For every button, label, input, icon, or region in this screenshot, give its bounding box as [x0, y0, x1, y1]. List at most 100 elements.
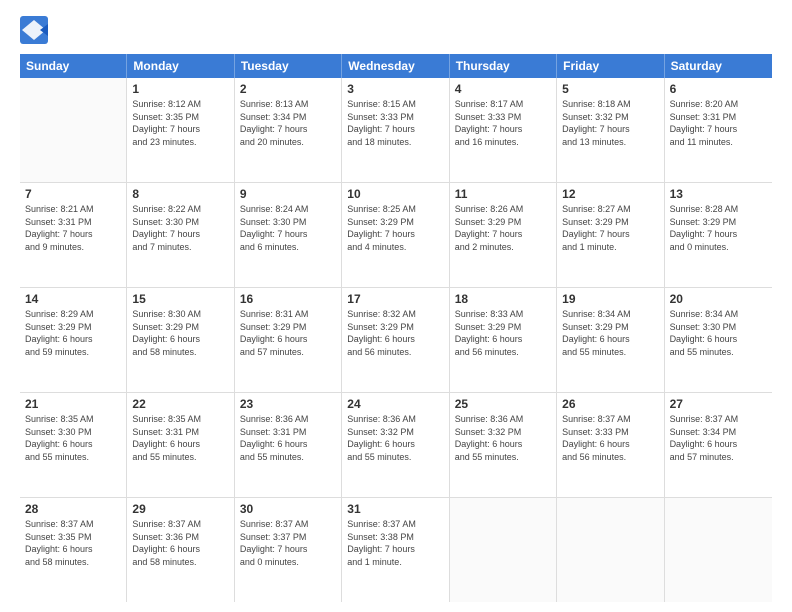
weekday-header-saturday: Saturday: [665, 54, 772, 78]
day-number: 19: [562, 292, 658, 306]
calendar-cell: [450, 498, 557, 602]
page: SundayMondayTuesdayWednesdayThursdayFrid…: [0, 0, 792, 612]
calendar-cell: 4 Sunrise: 8:17 AM Sunset: 3:33 PM Daylig…: [450, 78, 557, 182]
cell-info: Sunrise: 8:33 AM Sunset: 3:29 PM Dayligh…: [455, 308, 551, 358]
cell-info: Sunrise: 8:34 AM Sunset: 3:29 PM Dayligh…: [562, 308, 658, 358]
cell-info: Sunrise: 8:27 AM Sunset: 3:29 PM Dayligh…: [562, 203, 658, 253]
calendar-cell: 29 Sunrise: 8:37 AM Sunset: 3:36 PM Dayli…: [127, 498, 234, 602]
calendar-cell: 20 Sunrise: 8:34 AM Sunset: 3:30 PM Dayli…: [665, 288, 772, 392]
calendar-header: SundayMondayTuesdayWednesdayThursdayFrid…: [20, 54, 772, 78]
calendar: SundayMondayTuesdayWednesdayThursdayFrid…: [20, 54, 772, 602]
cell-info: Sunrise: 8:34 AM Sunset: 3:30 PM Dayligh…: [670, 308, 767, 358]
day-number: 3: [347, 82, 443, 96]
day-number: 11: [455, 187, 551, 201]
day-number: 1: [132, 82, 228, 96]
cell-info: Sunrise: 8:15 AM Sunset: 3:33 PM Dayligh…: [347, 98, 443, 148]
calendar-cell: [557, 498, 664, 602]
weekday-header-monday: Monday: [127, 54, 234, 78]
calendar-cell: 26 Sunrise: 8:37 AM Sunset: 3:33 PM Dayli…: [557, 393, 664, 497]
calendar-cell: 28Sunrise: 8:37 AM Sunset: 3:35 PM Dayli…: [20, 498, 127, 602]
day-number: 5: [562, 82, 658, 96]
day-number: 20: [670, 292, 767, 306]
cell-info: Sunrise: 8:37 AM Sunset: 3:33 PM Dayligh…: [562, 413, 658, 463]
calendar-cell: [665, 498, 772, 602]
day-number: 24: [347, 397, 443, 411]
calendar-cell: 30 Sunrise: 8:37 AM Sunset: 3:37 PM Dayli…: [235, 498, 342, 602]
cell-info: Sunrise: 8:28 AM Sunset: 3:29 PM Dayligh…: [670, 203, 767, 253]
calendar-cell: [20, 78, 127, 182]
day-number: 12: [562, 187, 658, 201]
calendar-cell: 10Sunrise: 8:25 AM Sunset: 3:29 PM Dayli…: [342, 183, 449, 287]
cell-info: Sunrise: 8:31 AM Sunset: 3:29 PM Dayligh…: [240, 308, 336, 358]
day-number: 14: [25, 292, 121, 306]
day-number: 4: [455, 82, 551, 96]
calendar-cell: 31Sunrise: 8:37 AM Sunset: 3:38 PM Dayli…: [342, 498, 449, 602]
calendar-cell: 17 Sunrise: 8:32 AM Sunset: 3:29 PM Dayli…: [342, 288, 449, 392]
day-number: 26: [562, 397, 658, 411]
cell-info: Sunrise: 8:29 AM Sunset: 3:29 PM Dayligh…: [25, 308, 121, 358]
calendar-body: 1 Sunrise: 8:12 AM Sunset: 3:35 PM Daylig…: [20, 78, 772, 602]
day-number: 7: [25, 187, 121, 201]
weekday-header-sunday: Sunday: [20, 54, 127, 78]
calendar-cell: 16 Sunrise: 8:31 AM Sunset: 3:29 PM Dayli…: [235, 288, 342, 392]
day-number: 27: [670, 397, 767, 411]
calendar-row-5: 28Sunrise: 8:37 AM Sunset: 3:35 PM Dayli…: [20, 498, 772, 602]
calendar-cell: 15 Sunrise: 8:30 AM Sunset: 3:29 PM Dayli…: [127, 288, 234, 392]
calendar-row-4: 21 Sunrise: 8:35 AM Sunset: 3:30 PM Dayli…: [20, 393, 772, 498]
header: [20, 16, 772, 44]
day-number: 22: [132, 397, 228, 411]
weekday-header-tuesday: Tuesday: [235, 54, 342, 78]
calendar-cell: 24Sunrise: 8:36 AM Sunset: 3:32 PM Dayli…: [342, 393, 449, 497]
calendar-cell: 11 Sunrise: 8:26 AM Sunset: 3:29 PM Dayli…: [450, 183, 557, 287]
calendar-cell: 19 Sunrise: 8:34 AM Sunset: 3:29 PM Dayli…: [557, 288, 664, 392]
cell-info: Sunrise: 8:13 AM Sunset: 3:34 PM Dayligh…: [240, 98, 336, 148]
calendar-cell: 9 Sunrise: 8:24 AM Sunset: 3:30 PM Daylig…: [235, 183, 342, 287]
day-number: 17: [347, 292, 443, 306]
cell-info: Sunrise: 8:24 AM Sunset: 3:30 PM Dayligh…: [240, 203, 336, 253]
cell-info: Sunrise: 8:12 AM Sunset: 3:35 PM Dayligh…: [132, 98, 228, 148]
day-number: 29: [132, 502, 228, 516]
calendar-cell: 14 Sunrise: 8:29 AM Sunset: 3:29 PM Dayli…: [20, 288, 127, 392]
calendar-cell: 6Sunrise: 8:20 AM Sunset: 3:31 PM Daylig…: [665, 78, 772, 182]
day-number: 21: [25, 397, 121, 411]
day-number: 6: [670, 82, 767, 96]
cell-info: Sunrise: 8:18 AM Sunset: 3:32 PM Dayligh…: [562, 98, 658, 148]
calendar-cell: 21 Sunrise: 8:35 AM Sunset: 3:30 PM Dayli…: [20, 393, 127, 497]
cell-info: Sunrise: 8:37 AM Sunset: 3:37 PM Dayligh…: [240, 518, 336, 568]
calendar-cell: 22 Sunrise: 8:35 AM Sunset: 3:31 PM Dayli…: [127, 393, 234, 497]
calendar-row-1: 1 Sunrise: 8:12 AM Sunset: 3:35 PM Daylig…: [20, 78, 772, 183]
cell-info: Sunrise: 8:36 AM Sunset: 3:32 PM Dayligh…: [455, 413, 551, 463]
day-number: 30: [240, 502, 336, 516]
weekday-header-friday: Friday: [557, 54, 664, 78]
calendar-cell: 1 Sunrise: 8:12 AM Sunset: 3:35 PM Daylig…: [127, 78, 234, 182]
cell-info: Sunrise: 8:22 AM Sunset: 3:30 PM Dayligh…: [132, 203, 228, 253]
cell-info: Sunrise: 8:36 AM Sunset: 3:31 PM Dayligh…: [240, 413, 336, 463]
logo-icon: [20, 16, 48, 44]
calendar-row-2: 7Sunrise: 8:21 AM Sunset: 3:31 PM Daylig…: [20, 183, 772, 288]
cell-info: Sunrise: 8:35 AM Sunset: 3:30 PM Dayligh…: [25, 413, 121, 463]
day-number: 10: [347, 187, 443, 201]
calendar-cell: 13 Sunrise: 8:28 AM Sunset: 3:29 PM Dayli…: [665, 183, 772, 287]
logo: [20, 16, 52, 44]
calendar-cell: 18Sunrise: 8:33 AM Sunset: 3:29 PM Dayli…: [450, 288, 557, 392]
cell-info: Sunrise: 8:32 AM Sunset: 3:29 PM Dayligh…: [347, 308, 443, 358]
weekday-header-wednesday: Wednesday: [342, 54, 449, 78]
day-number: 25: [455, 397, 551, 411]
day-number: 28: [25, 502, 121, 516]
day-number: 16: [240, 292, 336, 306]
cell-info: Sunrise: 8:17 AM Sunset: 3:33 PM Dayligh…: [455, 98, 551, 148]
day-number: 8: [132, 187, 228, 201]
day-number: 13: [670, 187, 767, 201]
calendar-cell: 25 Sunrise: 8:36 AM Sunset: 3:32 PM Dayli…: [450, 393, 557, 497]
day-number: 15: [132, 292, 228, 306]
calendar-cell: 23Sunrise: 8:36 AM Sunset: 3:31 PM Dayli…: [235, 393, 342, 497]
day-number: 9: [240, 187, 336, 201]
cell-info: Sunrise: 8:35 AM Sunset: 3:31 PM Dayligh…: [132, 413, 228, 463]
cell-info: Sunrise: 8:37 AM Sunset: 3:38 PM Dayligh…: [347, 518, 443, 568]
calendar-cell: 12 Sunrise: 8:27 AM Sunset: 3:29 PM Dayli…: [557, 183, 664, 287]
cell-info: Sunrise: 8:30 AM Sunset: 3:29 PM Dayligh…: [132, 308, 228, 358]
cell-info: Sunrise: 8:26 AM Sunset: 3:29 PM Dayligh…: [455, 203, 551, 253]
cell-info: Sunrise: 8:37 AM Sunset: 3:36 PM Dayligh…: [132, 518, 228, 568]
weekday-header-thursday: Thursday: [450, 54, 557, 78]
calendar-row-3: 14 Sunrise: 8:29 AM Sunset: 3:29 PM Dayli…: [20, 288, 772, 393]
